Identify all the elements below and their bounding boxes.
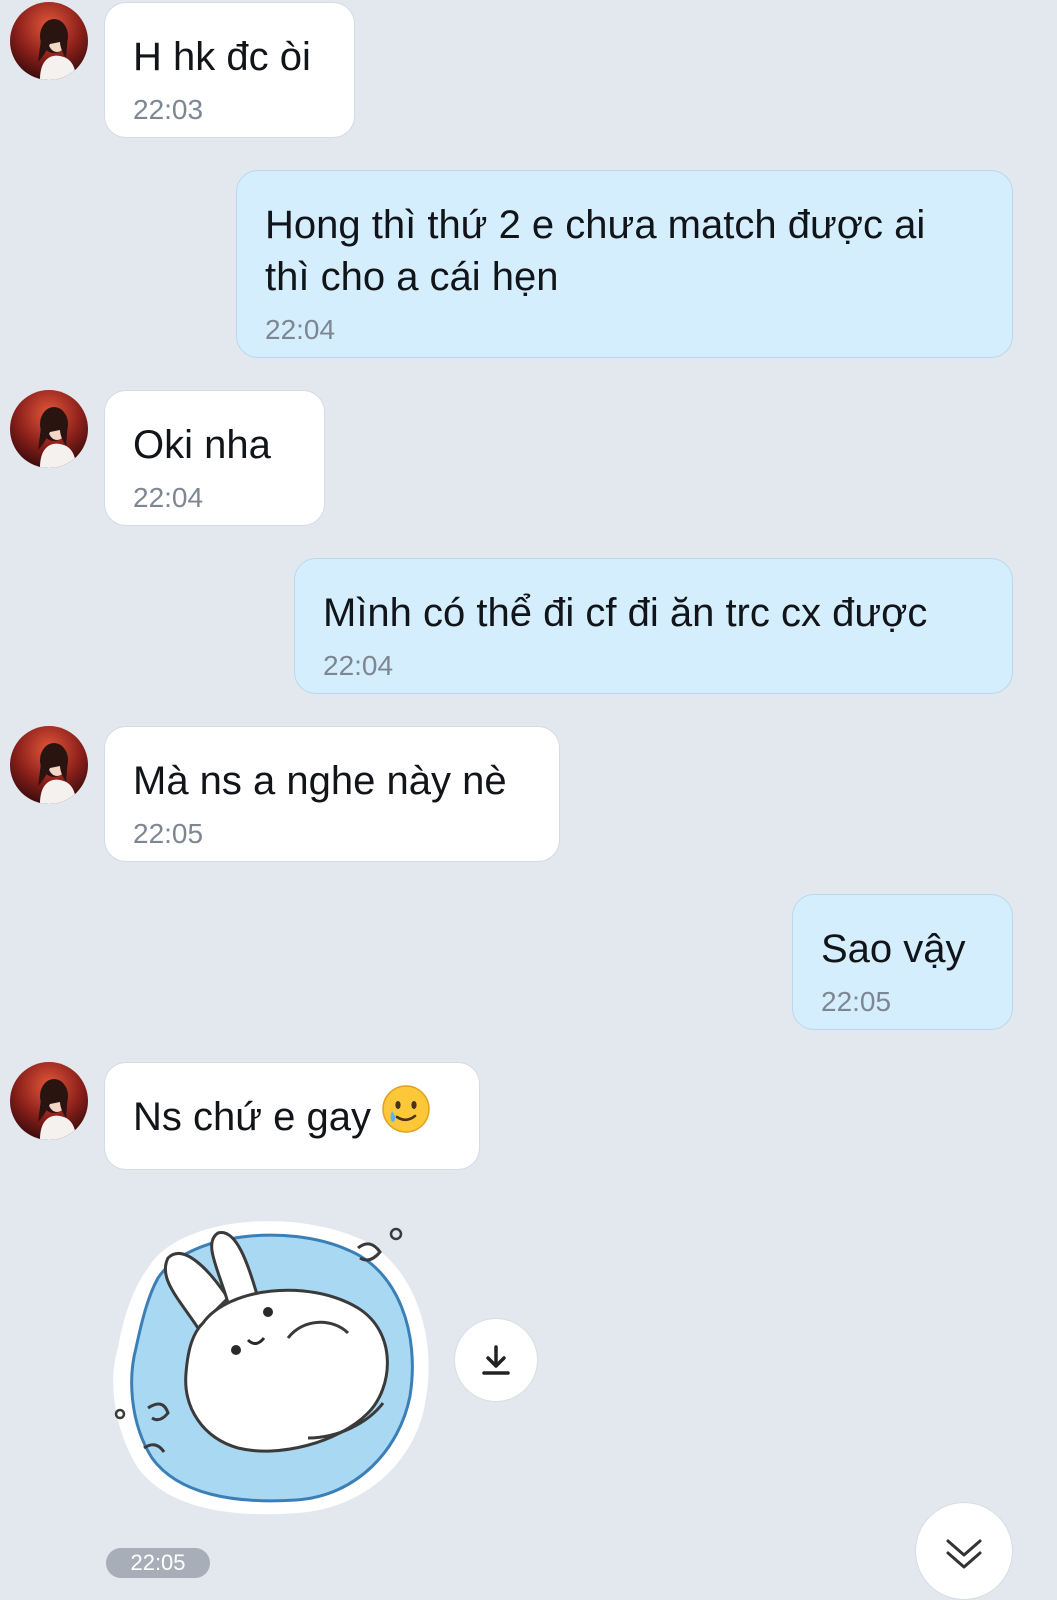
download-icon	[482, 1345, 510, 1375]
crying-smiling-face-icon	[381, 1084, 431, 1147]
sticker-time: 22:05	[130, 1550, 186, 1575]
avatar-photo-icon	[10, 726, 88, 804]
message-text-row: Ns chứ e gay	[133, 1085, 451, 1147]
sticker-image	[113, 1221, 429, 1515]
message-bubble-incoming[interactable]: Mà ns a nghe này nè 22:05	[104, 726, 560, 862]
message-time: 22:04	[265, 314, 336, 345]
bunny-splash-sticker[interactable]	[108, 1208, 438, 1526]
message-time: 22:04	[133, 482, 204, 513]
message-bubble-incoming[interactable]: Ns chứ e gay	[104, 1062, 480, 1170]
message-time: 22:04	[323, 650, 394, 681]
contact-avatar[interactable]	[10, 2, 88, 80]
avatar-photo-icon	[10, 2, 88, 80]
contact-avatar[interactable]	[10, 1062, 88, 1140]
message-bubble-incoming[interactable]: Oki nha 22:04	[104, 390, 325, 526]
message-text: Oki nha	[133, 423, 271, 467]
contact-avatar[interactable]	[10, 726, 88, 804]
message-text: Ns chứ e gay	[133, 1095, 371, 1139]
message-text-line-2: thì cho a cái hẹn	[265, 255, 559, 299]
message-text: H hk đc òi	[133, 35, 311, 79]
message-bubble-outgoing[interactable]: Hong thì thứ 2 e chưa match được ai thì …	[236, 170, 1013, 358]
scroll-to-bottom-button[interactable]	[915, 1502, 1013, 1600]
message-text: Mình có thể đi cf đi ăn trc cx được	[323, 591, 928, 635]
message-text: Sao vậy	[821, 927, 966, 971]
avatar-photo-icon	[10, 1062, 88, 1140]
sticker-time-badge: 22:05	[106, 1548, 210, 1578]
message-bubble-outgoing[interactable]: Sao vậy 22:05	[792, 894, 1013, 1030]
message-time: 22:05	[821, 986, 892, 1017]
chevron-down-double-icon	[946, 1539, 982, 1569]
message-bubble-outgoing[interactable]: Mình có thể đi cf đi ăn trc cx được 22:0…	[294, 558, 1013, 694]
contact-avatar[interactable]	[10, 390, 88, 468]
message-bubble-incoming[interactable]: H hk đc òi 22:03	[104, 2, 355, 138]
message-time: 22:03	[133, 94, 204, 125]
message-text: Mà ns a nghe này nè	[133, 759, 507, 803]
message-text-line-1: Hong thì thứ 2 e chưa match được ai	[265, 203, 926, 247]
download-button[interactable]	[454, 1318, 538, 1402]
message-time: 22:05	[133, 818, 204, 849]
avatar-photo-icon	[10, 390, 88, 468]
